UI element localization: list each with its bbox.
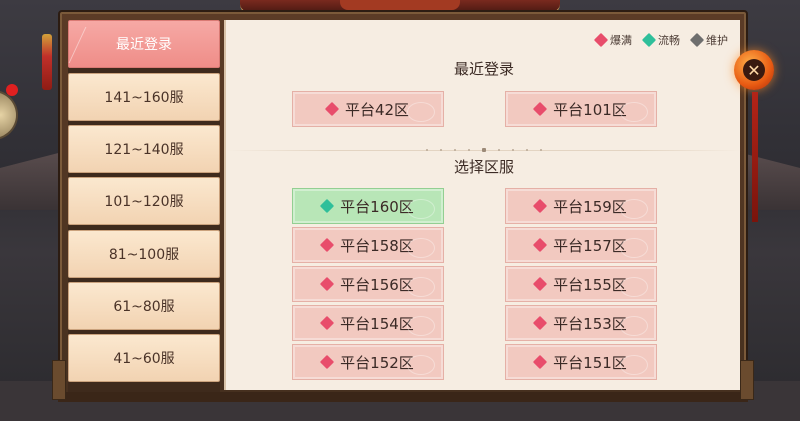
legend-item: 爆满	[593, 32, 632, 48]
server-name: 平台160区	[340, 197, 414, 216]
status-diamond-icon	[533, 198, 548, 214]
tab-label: 最近登录	[116, 37, 172, 53]
status-diamond-icon	[320, 276, 335, 292]
legend-item: 流畅	[641, 32, 680, 48]
server-name: 平台153区	[553, 314, 627, 333]
status-diamond-icon	[689, 32, 705, 48]
legend-label: 维护	[706, 34, 728, 47]
server-name: 平台156区	[340, 275, 414, 294]
server-group-tabs: 最近登录 141~160服 121~140服 101~120服 81~100服 61~80…	[68, 20, 220, 392]
server-button[interactable]: 平台157区	[505, 227, 657, 263]
server-button[interactable]: 平台42区	[292, 91, 444, 127]
tab-label: 81~100服	[108, 247, 180, 263]
server-button[interactable]: 平台151区	[505, 344, 657, 380]
status-diamond-icon	[324, 101, 340, 117]
tab-label: 41~60服	[113, 351, 175, 367]
server-button[interactable]: 平台155区	[505, 266, 657, 302]
tab-label: 121~140服	[104, 142, 184, 158]
close-button[interactable]: ✕	[734, 50, 774, 90]
server-name: 平台42区	[344, 100, 410, 119]
status-diamond-icon	[320, 198, 335, 214]
server-name: 平台159区	[553, 197, 627, 216]
server-button[interactable]: 平台152区	[292, 344, 444, 380]
tab-label: 101~120服	[104, 194, 184, 210]
status-diamond-icon	[641, 32, 657, 48]
server-button[interactable]: 平台101区	[505, 91, 657, 127]
right-tassel-decoration	[752, 92, 758, 222]
status-diamond-icon	[533, 237, 548, 253]
tab-server-group[interactable]: 141~160服	[68, 73, 220, 121]
server-name: 平台151区	[553, 353, 627, 372]
status-diamond-icon	[533, 276, 548, 292]
status-diamond-icon	[320, 237, 335, 253]
legend-item: 维护	[689, 32, 728, 48]
tab-server-group[interactable]: 最近登录	[68, 20, 220, 68]
server-button[interactable]: 平台160区	[292, 188, 444, 224]
select-server-title: 选择区服	[453, 158, 514, 176]
server-list-panel: 爆满 流畅 维护 最近登录 平台42区 平台101区 选择区服 平台160区 平台159…	[224, 20, 742, 390]
server-button[interactable]: 平台156区	[292, 266, 444, 302]
server-button[interactable]: 平台158区	[292, 227, 444, 263]
recent-login-title: 最近登录	[453, 60, 514, 78]
server-name: 平台152区	[340, 353, 414, 372]
status-diamond-icon	[320, 315, 335, 331]
legend-label: 爆满	[610, 34, 632, 47]
server-button[interactable]: 平台154区	[292, 305, 444, 341]
tab-server-group[interactable]: 121~140服	[68, 125, 220, 173]
frame-pillar-right	[740, 360, 754, 400]
server-button[interactable]: 平台159区	[505, 188, 657, 224]
status-diamond-icon	[533, 354, 548, 370]
tab-label: 61~80服	[113, 299, 175, 315]
tab-server-group[interactable]: 101~120服	[68, 177, 220, 225]
status-diamond-icon	[533, 315, 548, 331]
status-diamond-icon	[533, 101, 548, 117]
status-diamond-icon	[593, 32, 609, 48]
server-name: 平台154区	[340, 314, 414, 333]
server-name: 平台155区	[553, 275, 627, 294]
tab-label: 141~160服	[104, 90, 184, 106]
frame-pillar-left	[52, 360, 66, 400]
frame-bottom-bar	[58, 392, 748, 402]
section-divider	[226, 146, 742, 154]
server-button[interactable]: 平台153区	[505, 305, 657, 341]
tab-server-group[interactable]: 61~80服	[68, 282, 220, 330]
tab-server-group[interactable]: 41~60服	[68, 334, 220, 382]
left-tassel-decoration	[42, 34, 52, 90]
close-icon: ✕	[743, 59, 765, 81]
legend-label: 流畅	[658, 34, 680, 47]
status-legend: 爆满 流畅 维护	[593, 32, 728, 48]
server-name: 平台101区	[553, 100, 627, 119]
server-name: 平台157区	[553, 236, 627, 255]
server-name: 平台158区	[340, 236, 414, 255]
tab-server-group[interactable]: 81~100服	[68, 230, 220, 278]
status-diamond-icon	[320, 354, 335, 370]
